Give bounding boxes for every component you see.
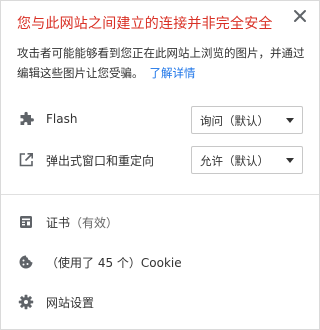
cookie-icon: [17, 253, 35, 271]
connection-warning-description: 攻击者可能能够看到您正在此网站上浏览的图片，并通过编辑这些图片让您受骗。 了解详情: [17, 43, 307, 83]
close-icon: [294, 10, 306, 22]
permission-row-flash: Flash 询问（默认）: [1, 105, 319, 135]
cookie-label: （使用了 45 个）Cookie: [46, 256, 182, 270]
certificate-label: 证书（有效）: [46, 214, 118, 231]
permission-label-flash: Flash: [46, 112, 78, 126]
certificate-item[interactable]: 证书（有效）: [1, 207, 319, 237]
permission-row-popups: 弹出式窗口和重定向 允许（默认）: [1, 145, 319, 175]
close-button[interactable]: [293, 9, 307, 23]
section-divider: [1, 194, 319, 195]
popups-permission-select[interactable]: 允许（默认）: [191, 146, 303, 174]
permission-label-popups: 弹出式窗口和重定向: [46, 154, 155, 168]
external-link-icon: [17, 151, 35, 169]
gear-icon: [17, 293, 35, 311]
popups-permission-value: 允许（默认）: [200, 154, 269, 168]
certificate-title: 证书: [46, 216, 71, 230]
flash-permission-value: 询问（默认）: [200, 114, 269, 128]
puzzle-icon: [17, 111, 35, 129]
certificate-icon: [17, 213, 35, 231]
flash-permission-select[interactable]: 询问（默认）: [191, 106, 303, 134]
learn-more-link[interactable]: 了解详情: [150, 66, 196, 80]
connection-warning-title: 您与此网站之间建立的连接并非完全安全: [17, 16, 273, 32]
certificate-status: （有效）: [70, 216, 119, 230]
cookie-item[interactable]: （使用了 45 个）Cookie: [1, 247, 319, 277]
page-info-popup: 您与此网站之间建立的连接并非完全安全 攻击者可能能够看到您正在此网站上浏览的图片…: [0, 0, 320, 330]
chevron-down-icon: [286, 118, 294, 123]
chevron-down-icon: [286, 158, 294, 163]
site-settings-item[interactable]: 网站设置: [1, 287, 319, 317]
site-settings-label: 网站设置: [46, 296, 95, 310]
